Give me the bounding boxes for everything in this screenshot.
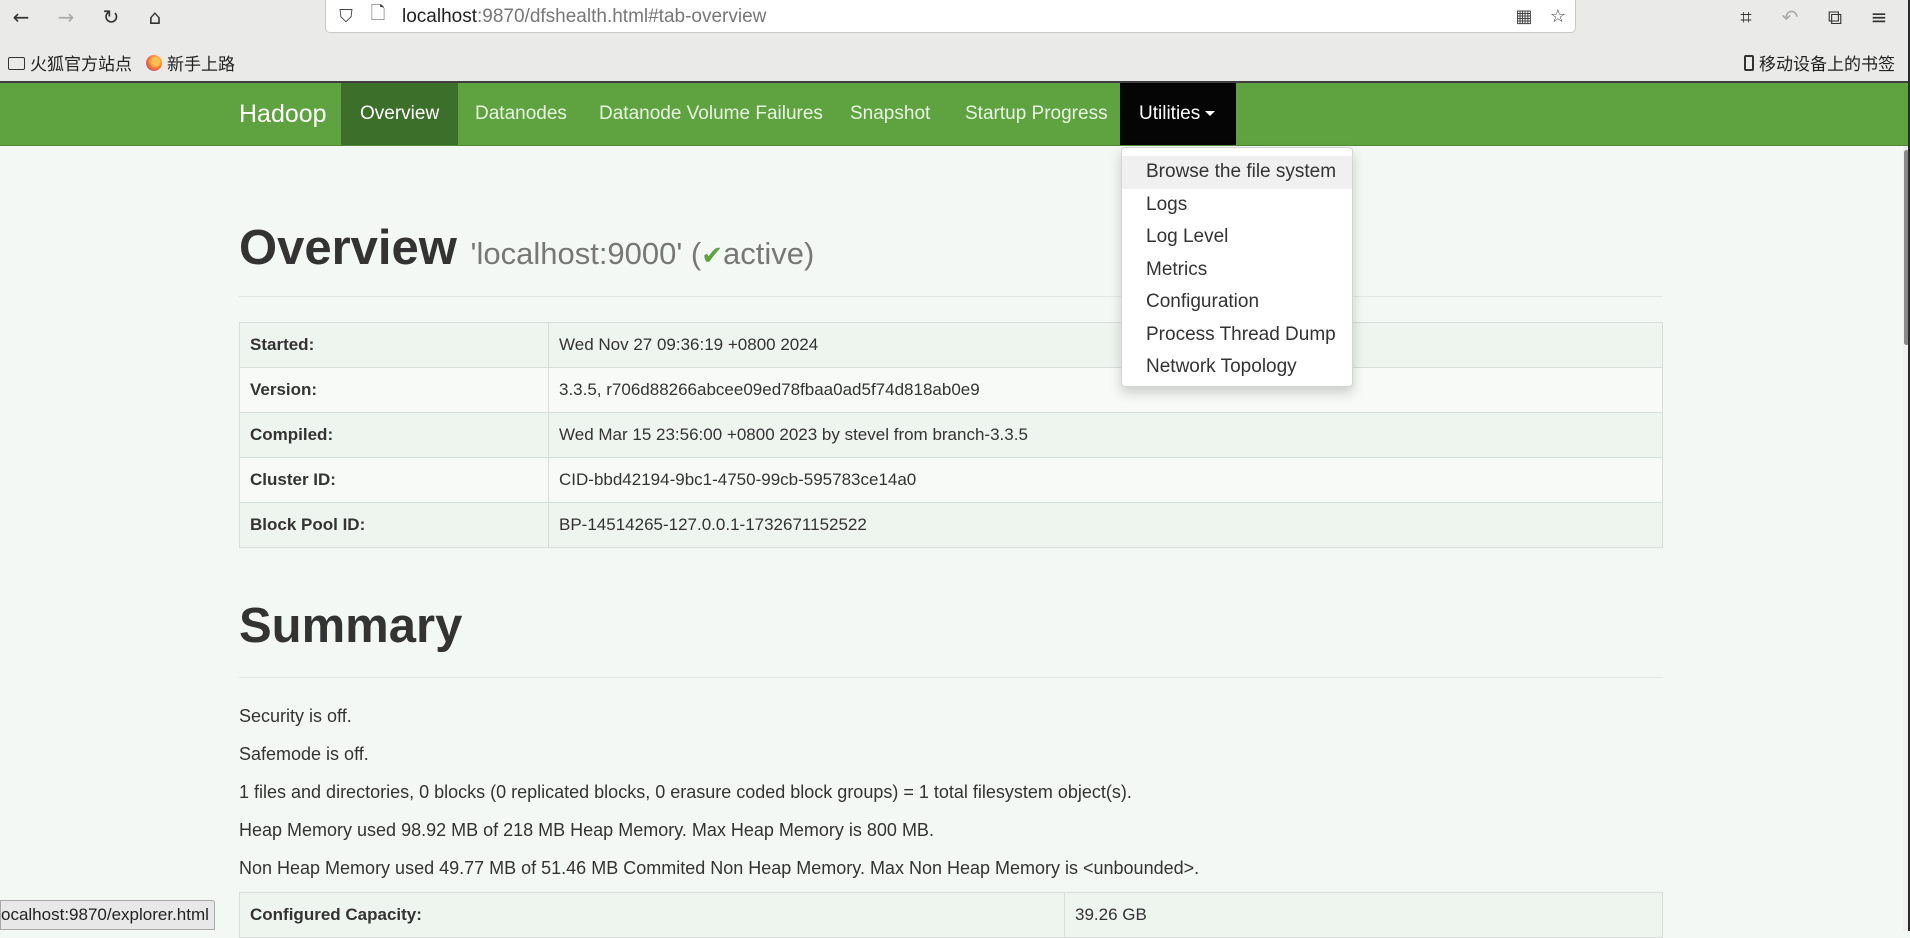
row-key: Compiled:: [239, 412, 549, 458]
extensions-icon[interactable]: ⧉: [1822, 4, 1848, 30]
back-arrow-icon[interactable]: ←: [8, 4, 34, 30]
row-value: CID-bbd42194-9bc1-4750-99cb-595783ce14a0: [548, 457, 1663, 503]
row-value: Wed Mar 15 23:56:00 +0800 2023 by stevel…: [548, 412, 1663, 458]
table-row: Compiled: Wed Mar 15 23:56:00 +0800 2023…: [239, 412, 1663, 458]
folder-icon: [8, 57, 25, 70]
tab-datanodes[interactable]: Datanodes: [456, 83, 586, 145]
row-value: BP-14514265-127.0.0.1-1732671152522: [548, 502, 1663, 548]
table-row: Cluster ID: CID-bbd42194-9bc1-4750-99cb-…: [239, 457, 1663, 503]
mobile-bookmarks[interactable]: 移动设备上的书签: [1744, 50, 1895, 75]
forward-arrow-icon[interactable]: →: [53, 4, 79, 30]
row-value: 3.3.5, r706d88266abcee09ed78fbaa0ad5f74d…: [548, 367, 1663, 413]
menu-item-logs[interactable]: Logs: [1122, 189, 1352, 222]
browser-toolbar: ← → ↻ ⌂ ⛉ 🗋 localhost:9870/dfshealth.htm…: [0, 0, 1910, 33]
row-key: Started:: [239, 322, 549, 368]
page-icon[interactable]: 🗋: [366, 3, 390, 28]
menu-item-configuration[interactable]: Configuration: [1122, 286, 1352, 319]
undo-icon[interactable]: ↶: [1777, 4, 1803, 30]
qr-code-icon[interactable]: ▦: [1512, 4, 1536, 28]
reload-icon[interactable]: ↻: [98, 4, 124, 30]
address-bar[interactable]: ⛉ 🗋 localhost:9870/dfshealth.html#tab-ov…: [325, 0, 1576, 33]
bookmark-label: 火狐官方站点: [30, 55, 132, 75]
table-row: Block Pool ID: BP-14514265-127.0.0.1-173…: [239, 502, 1663, 548]
row-key: Block Pool ID:: [239, 502, 549, 548]
row-value: Wed Nov 27 09:36:19 +0800 2024: [548, 322, 1663, 368]
link-status-bar: ocalhost:9870/explorer.html: [0, 900, 215, 930]
row-key: Version:: [239, 367, 549, 413]
tab-startup-progress[interactable]: Startup Progress: [946, 83, 1127, 145]
non-heap-memory: Non Heap Memory used 49.77 MB of 51.46 M…: [239, 858, 1200, 878]
overview-title: Overview: [239, 221, 457, 275]
divider: [239, 296, 1663, 297]
menu-item-log-level[interactable]: Log Level: [1122, 221, 1352, 254]
summary-heading: Summary: [239, 599, 463, 653]
bookmark-getting-started[interactable]: 新手上路: [146, 50, 235, 75]
bookmark-official-site[interactable]: 火狐官方站点: [8, 50, 132, 75]
check-icon: ✔: [701, 240, 724, 270]
toolbar-gap: [0, 33, 1910, 45]
filesystem-objects: 1 files and directories, 0 blocks (0 rep…: [239, 782, 1132, 802]
row-key: Cluster ID:: [239, 457, 549, 503]
namenode-state: active): [723, 236, 815, 271]
url-text[interactable]: localhost:9870/dfshealth.html#tab-overvi…: [402, 6, 766, 28]
star-bookmark-icon[interactable]: ☆: [1546, 4, 1570, 28]
mobile-device-icon: [1744, 54, 1754, 71]
summary-table: Configured Capacity: 39.26 GB: [239, 892, 1663, 938]
table-row: Version: 3.3.5, r706d88266abcee09ed78fba…: [239, 367, 1663, 413]
firefox-icon: [146, 54, 162, 71]
home-icon[interactable]: ⌂: [142, 4, 168, 30]
bookmark-label: 新手上路: [167, 55, 235, 75]
overview-table: Started: Wed Nov 27 09:36:19 +0800 2024 …: [239, 322, 1663, 548]
menu-item-metrics[interactable]: Metrics: [1122, 254, 1352, 287]
mobile-bookmarks-label: 移动设备上的书签: [1759, 55, 1895, 75]
utilities-dropdown: Browse the file system Logs Log Level Me…: [1121, 147, 1353, 387]
crop-screenshot-icon[interactable]: ⌗: [1733, 4, 1759, 30]
hadoop-navbar: Hadoop Overview Datanodes Datanode Volum…: [0, 83, 1910, 146]
tab-datanode-volume-failures[interactable]: Datanode Volume Failures: [580, 83, 842, 145]
divider: [239, 677, 1663, 678]
shield-icon[interactable]: ⛉: [334, 4, 358, 28]
tab-snapshot[interactable]: Snapshot: [831, 83, 949, 145]
overview-heading: Overview 'localhost:9000' (✔active): [239, 220, 814, 276]
brand-logo[interactable]: Hadoop: [239, 100, 327, 129]
tab-utilities[interactable]: Utilities: [1120, 83, 1236, 145]
menu-hamburger-icon[interactable]: ≡: [1866, 4, 1892, 30]
safemode-status: Safemode is off.: [239, 744, 369, 764]
security-status: Security is off.: [239, 706, 352, 726]
menu-item-browse-file-system[interactable]: Browse the file system: [1122, 156, 1352, 189]
utilities-label: Utilities: [1139, 103, 1201, 124]
bookmarks-bar: 火狐官方站点 新手上路 移动设备上的书签: [0, 45, 1910, 81]
namenode-host: 'localhost:9000' (: [470, 236, 702, 271]
menu-item-process-thread-dump[interactable]: Process Thread Dump: [1122, 319, 1352, 352]
overview-subtitle: 'localhost:9000' (✔active): [471, 236, 815, 271]
caret-down-icon: [1205, 111, 1216, 117]
table-row: Started: Wed Nov 27 09:36:19 +0800 2024: [239, 322, 1663, 368]
tab-overview[interactable]: Overview: [341, 83, 459, 145]
menu-item-network-topology[interactable]: Network Topology: [1122, 351, 1352, 384]
heap-memory: Heap Memory used 98.92 MB of 218 MB Heap…: [239, 820, 934, 840]
